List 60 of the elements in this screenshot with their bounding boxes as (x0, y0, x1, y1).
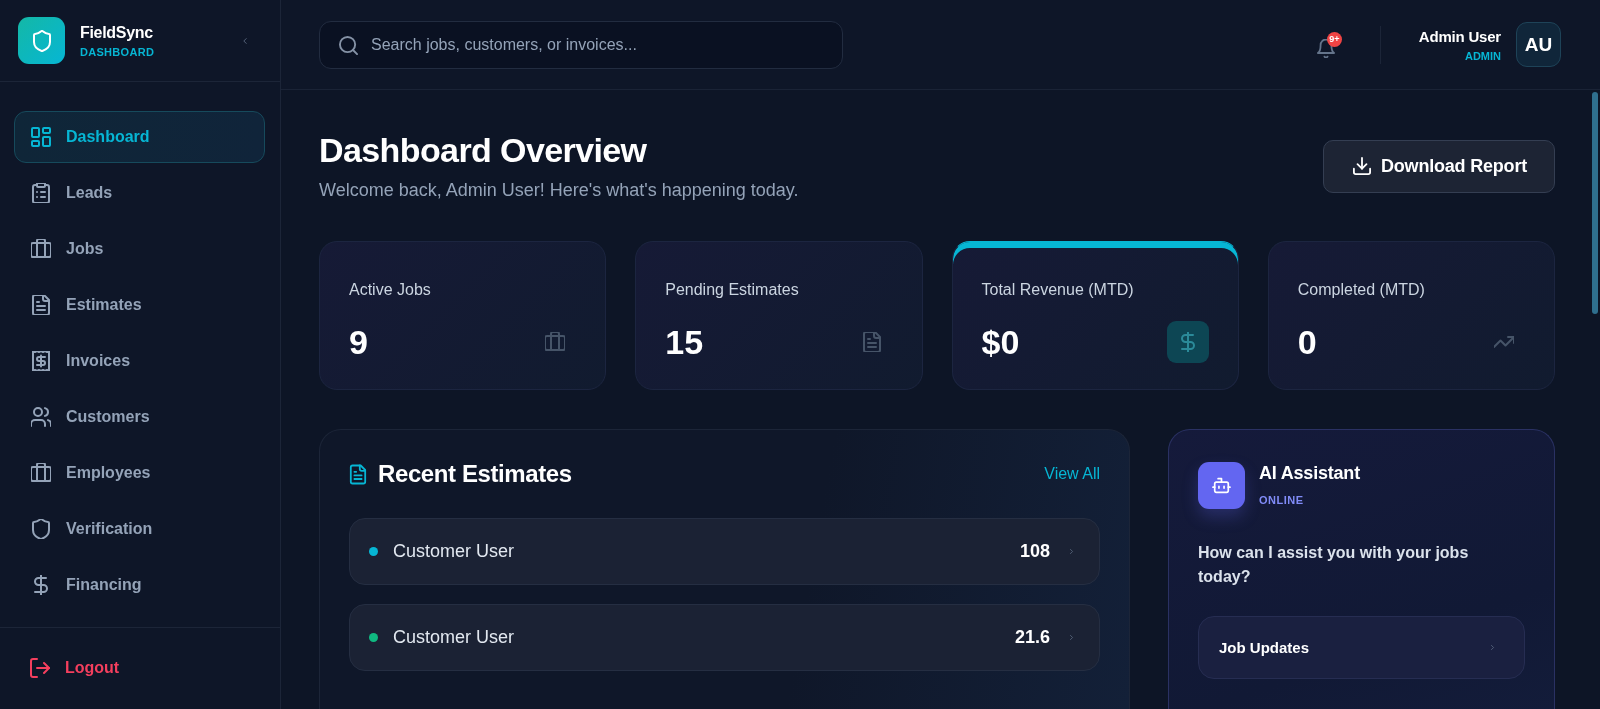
nav-item[interactable]: Customers (14, 391, 265, 443)
stat-value: 9 (349, 322, 368, 362)
document-icon (31, 295, 51, 315)
logout-button[interactable]: Logout (14, 642, 120, 694)
nav-item[interactable]: Employees (14, 447, 265, 499)
briefcase-icon (31, 463, 51, 483)
nav-item[interactable]: Leads (14, 167, 265, 219)
stat-value: 15 (665, 322, 704, 362)
search-field[interactable]: Search jobs, customers, or invoices... (319, 20, 843, 69)
panel-title: Recent Estimates (378, 460, 572, 488)
document-icon (861, 332, 882, 352)
page-title: Dashboard Overview (319, 130, 648, 170)
view-all-link[interactable]: View All (1044, 465, 1100, 483)
download-report-button[interactable]: Download Report (1323, 139, 1555, 193)
people-icon (31, 407, 51, 427)
robot-icon (1198, 462, 1245, 509)
scrollbar-thumb[interactable] (1592, 92, 1598, 314)
shield-logo-icon (18, 17, 65, 64)
assistant-status: ONLINE (1259, 494, 1304, 506)
quick-action-button[interactable]: Job Updates (1198, 616, 1525, 679)
user-name: Admin User (1418, 27, 1501, 45)
dashboard-grid-icon (31, 127, 51, 147)
user-avatar[interactable]: AU (1516, 22, 1561, 67)
estimate-row[interactable]: Customer User 108 (349, 518, 1100, 585)
stat-value: 0 (1297, 322, 1317, 362)
clipboard-icon (31, 183, 51, 203)
nav-item[interactable]: Invoices (14, 335, 265, 387)
notifications-button[interactable]: 9+ (1316, 31, 1342, 58)
shield-icon (31, 519, 51, 539)
nav-item[interactable]: Estimates (14, 279, 265, 331)
briefcase-icon (31, 239, 51, 259)
logout-icon (30, 658, 50, 678)
estimate-row[interactable]: Customer User 21.6 (349, 604, 1100, 671)
assistant-prompt: How can I assist you with your jobs today? (1198, 543, 1470, 587)
dollar-sign-icon (1166, 321, 1209, 363)
customer-name: Customer User (393, 541, 516, 562)
nav-item[interactable]: Verification (14, 503, 265, 555)
briefcase-icon (545, 332, 566, 352)
estimate-amount: 108 (1019, 541, 1050, 562)
stat-label: Completed (MTD) (1297, 280, 1426, 300)
nav-item[interactable]: Jobs (14, 223, 265, 275)
dollar-sign-icon (31, 575, 51, 595)
user-role: ADMIN (1464, 49, 1501, 62)
customer-name: Customer User (393, 627, 516, 648)
estimate-amount: 21.6 (1014, 627, 1050, 648)
assistant-title: AI Assistant (1259, 462, 1360, 484)
document-icon (349, 463, 367, 485)
stat-value: $0 (981, 322, 1020, 362)
stat-label: Pending Estimates (665, 280, 800, 300)
nav-item[interactable]: Financing (14, 559, 265, 611)
stat-label: Total Revenue (MTD) (981, 280, 1135, 300)
stat-label: Active Jobs (349, 280, 432, 300)
receipt-icon (31, 351, 51, 371)
brand-subtitle: DASHBOARD (80, 45, 155, 58)
page-subtitle: Welcome back, Admin User! Here's what's happening today. (319, 179, 799, 202)
search-icon (339, 35, 358, 55)
download-icon (1353, 157, 1371, 175)
brand-name: FieldSync (80, 23, 153, 42)
notification-badge: 9+ (1326, 31, 1342, 47)
nav-item[interactable]: Dashboard (14, 111, 265, 163)
